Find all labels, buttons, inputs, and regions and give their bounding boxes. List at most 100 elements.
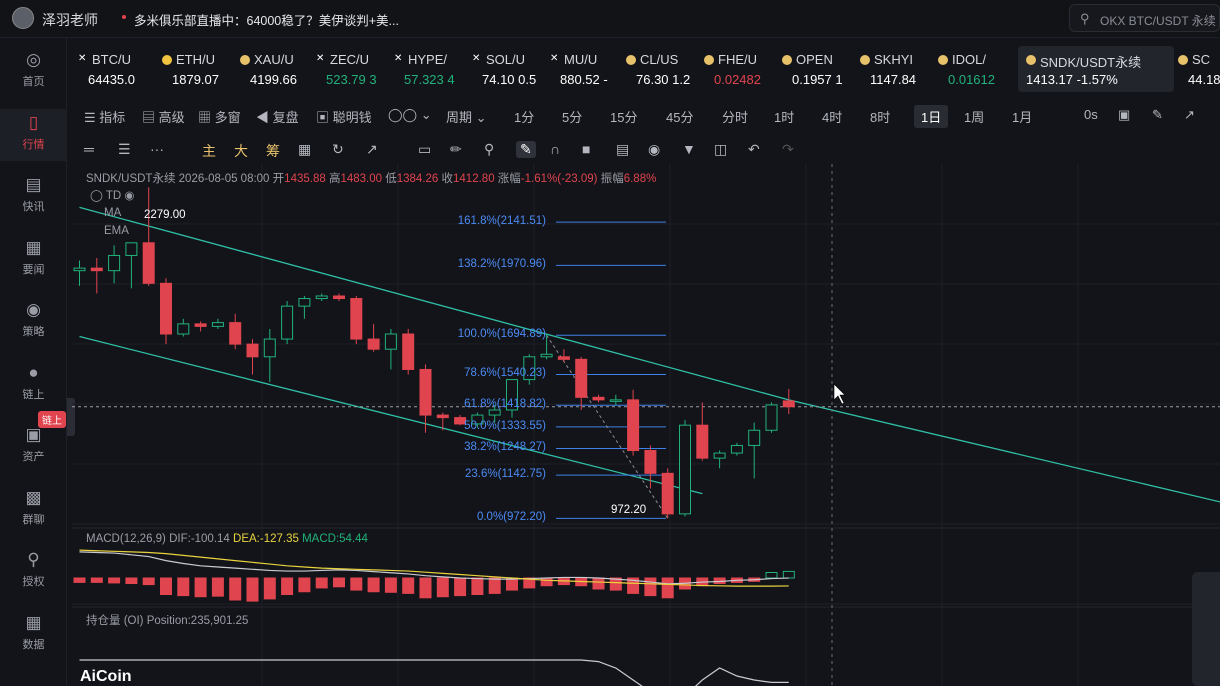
interval-6[interactable]: 4时 — [822, 107, 842, 126]
avatar[interactable] — [12, 7, 34, 29]
measure-icon[interactable]: ↗ — [366, 141, 378, 158]
interval-8[interactable]: 1日 — [914, 105, 949, 128]
candle[interactable] — [108, 245, 121, 284]
candle[interactable] — [661, 468, 674, 519]
ticker-4[interactable]: ✕ HYPE/57.323 4 — [394, 46, 470, 92]
sidebar-item-9[interactable]: ▦ 数据 — [0, 609, 67, 661]
candle[interactable] — [575, 356, 588, 410]
candle[interactable] — [402, 328, 415, 375]
ticker-9[interactable]: OPEN 0.1957 1 — [782, 46, 858, 92]
candle[interactable] — [696, 402, 709, 461]
side-panel-handle[interactable] — [1192, 572, 1220, 686]
live-announcement[interactable]: 多米俱乐部直播中：64000稳了？美伊谈判+美... — [134, 10, 399, 29]
camera-icon[interactable]: ▣ — [1118, 107, 1130, 123]
candle[interactable] — [125, 242, 138, 289]
indicator-icon[interactable]: ▦ — [298, 141, 311, 158]
candle[interactable] — [350, 296, 363, 345]
td-overlay-label[interactable]: ◯ TD ◉ — [90, 188, 134, 202]
ema-overlay-label[interactable]: EMA — [104, 225, 129, 237]
magnet-icon[interactable]: ∩ — [550, 141, 560, 157]
candle[interactable] — [384, 328, 397, 370]
candle[interactable] — [748, 422, 761, 479]
toolbar-item-5[interactable]: 周期 ⌄ — [446, 107, 487, 126]
toolbar-item-2[interactable]: ▦ 多窗 — [198, 107, 241, 126]
drawing-label-2[interactable]: 筹 — [266, 141, 280, 161]
interval-5[interactable]: 1时 — [774, 107, 794, 126]
candle[interactable] — [367, 323, 380, 352]
sidebar-item-6[interactable]: ▣ 资产 — [0, 421, 67, 473]
zoom-icon[interactable]: ⚲ — [484, 141, 494, 158]
search-input[interactable]: ⚲ OKX BTC/USDT 永续 — [1069, 4, 1220, 32]
sidebar-item-2[interactable]: ▤ 快讯 — [0, 171, 67, 223]
ticker-5[interactable]: ✕ SOL/U 74.10 0.5 — [472, 46, 548, 92]
price-chart[interactable] — [72, 164, 1220, 686]
interval-2[interactable]: 15分 — [610, 107, 637, 126]
ruler-icon[interactable]: ═ — [84, 141, 94, 157]
sidebar-item-8[interactable]: ⚲ 授权 — [0, 546, 67, 598]
candle[interactable] — [782, 388, 795, 414]
candle[interactable] — [281, 301, 294, 345]
ticker-7[interactable]: CL/US 76.30 1.2 — [626, 46, 702, 92]
candle[interactable] — [730, 442, 743, 456]
ticker-2[interactable]: XAU/U 4199.66 — [240, 46, 314, 92]
candle[interactable] — [194, 321, 207, 332]
candle[interactable] — [609, 394, 622, 405]
menu-icon[interactable]: ☰ — [118, 141, 131, 158]
toolbar-item-4[interactable]: ▣ 聪明钱 — [316, 107, 372, 126]
ticker-6[interactable]: ✕ MU/U 880.52 - — [550, 46, 624, 92]
toolbar-item-3[interactable]: ◀ 复盘 — [256, 107, 299, 126]
candle[interactable] — [333, 293, 345, 302]
ruler-tool-icon[interactable]: ✏ — [450, 141, 462, 158]
interval-1[interactable]: 5分 — [562, 107, 582, 126]
sidebar-item-7[interactable]: ▩ 群聊 — [0, 484, 67, 536]
drawing-label-1[interactable]: 大 — [234, 141, 248, 161]
redo-icon[interactable]: ↷ — [782, 141, 794, 158]
candle[interactable] — [160, 278, 172, 345]
interval-7[interactable]: 8时 — [870, 107, 890, 126]
interval-3[interactable]: 45分 — [666, 107, 693, 126]
username[interactable]: 泽羽老师 — [42, 10, 98, 30]
toolbar-item-1[interactable]: ▤ 高级 — [142, 107, 185, 126]
candle[interactable] — [246, 339, 259, 375]
candle[interactable] — [90, 258, 103, 294]
ticker-3[interactable]: ✕ ZEC/U 523.79 3 — [316, 46, 392, 92]
interval-10[interactable]: 1月 — [1012, 107, 1032, 126]
lock-icon[interactable]: ■ — [582, 141, 590, 157]
candle[interactable] — [211, 318, 224, 329]
candle[interactable] — [765, 402, 778, 433]
ticker-1[interactable]: ETH/U 1879.07 — [162, 46, 238, 92]
candle[interactable] — [263, 328, 276, 383]
candle[interactable] — [627, 389, 640, 456]
candle[interactable] — [142, 187, 155, 286]
eye-icon[interactable]: ◉ — [648, 141, 660, 158]
filter-icon[interactable]: ▼ — [682, 141, 696, 157]
more-icon[interactable]: ··· — [150, 141, 164, 157]
chart-area[interactable]: SNDK/USDT永续 2026-08-05 08:00 开1435.88 高1… — [72, 164, 1220, 686]
undo-icon[interactable]: ↶ — [748, 141, 760, 158]
interval-0[interactable]: 1分 — [514, 107, 534, 126]
note-icon[interactable]: ▤ — [616, 141, 629, 158]
drawing-label-0[interactable]: 主 — [202, 141, 216, 161]
trash-icon[interactable]: ◫ — [714, 141, 727, 158]
candle[interactable] — [177, 318, 190, 337]
ticker-10[interactable]: SKHYI 1147.84 — [860, 46, 936, 92]
pencil-icon[interactable]: ✎ — [1152, 107, 1163, 123]
ma-overlay-label[interactable]: MA — [104, 207, 121, 219]
sidebar-item-3[interactable]: ▦ 要闻 — [0, 234, 67, 286]
ticker-13[interactable]: SC 44.18 — [1178, 46, 1220, 92]
smart-money-dropdown-icon[interactable]: ◯◯ ⌄ — [388, 107, 432, 123]
copy-icon[interactable]: ▭ — [418, 141, 431, 158]
external-icon[interactable]: ↗ — [1184, 107, 1195, 123]
toolbar-item-0[interactable]: ☰ 指标 — [84, 107, 125, 126]
candle[interactable] — [73, 260, 86, 286]
candle[interactable] — [315, 293, 328, 302]
candle[interactable] — [679, 420, 691, 517]
ticker-8[interactable]: FHE/U 0.02482 — [704, 46, 780, 92]
candle[interactable] — [713, 450, 726, 469]
candle[interactable] — [298, 296, 311, 319]
ticker-12[interactable]: SNDK/USDT永续 1413.17 -1.57% — [1018, 46, 1174, 92]
sidebar-item-1[interactable]: ▯ 行情 — [0, 108, 67, 161]
candle[interactable] — [229, 313, 242, 350]
brush-icon[interactable]: ✎ — [516, 141, 536, 158]
sidebar-item-0[interactable]: ◎ 首页 — [0, 46, 67, 98]
